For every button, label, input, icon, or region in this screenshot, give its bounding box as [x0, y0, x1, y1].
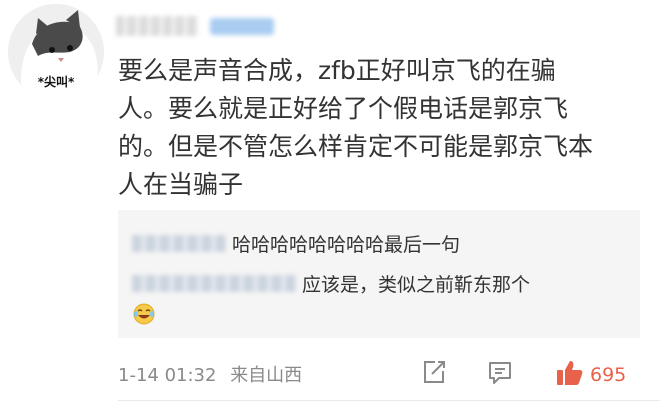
- laughing-emoji-icon: [132, 302, 156, 330]
- post-footer: 1-14 01:32 来自山西 695: [118, 358, 640, 388]
- thumbs-up-icon[interactable]: [554, 358, 584, 392]
- avatar[interactable]: *尖叫*: [8, 4, 104, 100]
- reply-item[interactable]: 哈哈哈哈哈哈哈哈最后一句: [132, 230, 460, 257]
- reply-username-blurred[interactable]: [132, 235, 226, 252]
- post-meta: 1-14 01:32 来自山西: [118, 361, 302, 387]
- reply-username-blurred[interactable]: [132, 275, 296, 292]
- reply-text: 应该是，类似之前靳东那个: [302, 274, 531, 296]
- reply-box[interactable]: 哈哈哈哈哈哈哈哈最后一句 应该是，类似之前靳东那个: [118, 210, 640, 338]
- share-icon[interactable]: [420, 358, 448, 390]
- avatar-caption: *尖叫*: [37, 75, 75, 89]
- user-badge-blurred: [210, 18, 274, 35]
- reply-item[interactable]: 应该是，类似之前靳东那个: [132, 270, 530, 297]
- post-location: 来自山西: [230, 365, 303, 386]
- comment-icon[interactable]: [486, 358, 514, 390]
- username-blurred[interactable]: [116, 16, 198, 36]
- like-count: 695: [590, 364, 627, 386]
- post-date: 1-14 01:32: [118, 365, 217, 386]
- like-button[interactable]: 695: [554, 358, 626, 392]
- reply-text: 哈哈哈哈哈哈哈哈最后一句: [232, 234, 461, 256]
- divider: [118, 400, 660, 401]
- post-text: 要么是声音合成，zfb正好叫京飞的在骗 人。要么就是正好给了个假电话是郭京飞 的…: [118, 56, 594, 199]
